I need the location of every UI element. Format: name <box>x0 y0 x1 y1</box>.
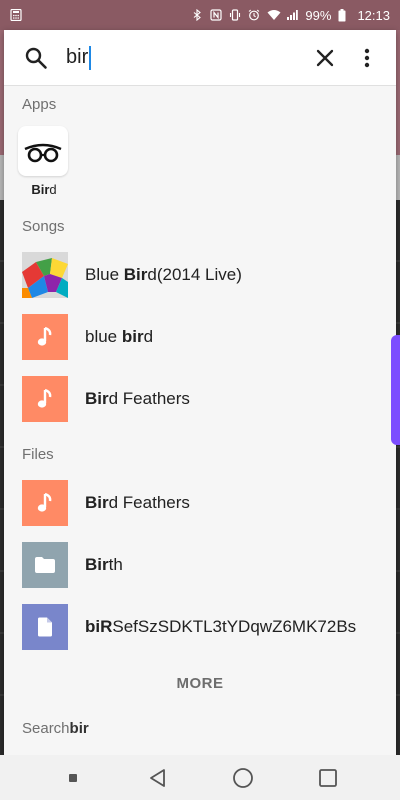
music-note-icon <box>22 480 68 526</box>
section-apps-label: Apps <box>22 95 57 113</box>
apps-list: Bird <box>4 122 396 204</box>
song-item[interactable]: Bird Feathers <box>4 368 396 430</box>
search-web-row[interactable]: Search bir <box>4 708 396 748</box>
search-panel: bir Apps Bird Songs Blue Bird(2014 Live)… <box>4 30 396 755</box>
status-bar: 99% 12:13 <box>0 0 400 30</box>
file-title: biRSefSzSDKTL3tYDqwZ6MK72Bs <box>85 617 357 636</box>
file-title: Bird Feathers <box>85 493 190 512</box>
file-item[interactable]: Birth <box>4 534 396 596</box>
close-icon[interactable] <box>308 41 342 75</box>
alarm-icon <box>248 9 260 21</box>
song-title: Blue Bird(2014 Live) <box>85 265 242 284</box>
bird-app-icon <box>18 126 68 176</box>
wifi-icon <box>267 9 281 21</box>
song-item[interactable]: blue bird <box>4 306 396 368</box>
folder-icon <box>22 542 68 588</box>
more-button[interactable]: MORE <box>4 658 396 708</box>
app-name: Bird <box>31 182 57 197</box>
album-art <box>22 252 68 298</box>
search-query-text: bir <box>66 46 89 68</box>
back-icon[interactable] <box>138 758 178 798</box>
app-bird[interactable]: Bird <box>18 126 70 197</box>
music-note-icon <box>22 314 68 360</box>
file-title: Birth <box>85 555 123 574</box>
section-songs-label: Songs <box>22 217 65 235</box>
text-caret <box>89 45 92 70</box>
document-icon <box>22 604 68 650</box>
file-item[interactable]: biRSefSzSDKTL3tYDqwZ6MK72Bs <box>4 596 396 658</box>
song-title: Bird Feathers <box>85 389 190 408</box>
file-item[interactable]: Bird Feathers <box>4 472 396 534</box>
home-icon[interactable] <box>223 758 263 798</box>
nfc-icon <box>210 9 223 21</box>
signal-icon <box>286 9 299 21</box>
battery-percent: 99% <box>305 7 332 23</box>
section-files-label: Files <box>22 445 54 463</box>
search-icon <box>22 44 50 72</box>
music-note-icon <box>22 376 68 422</box>
song-item[interactable]: Blue Bird(2014 Live) <box>4 244 396 306</box>
recents-icon[interactable] <box>308 758 348 798</box>
song-title: blue bird <box>85 327 154 346</box>
search-input[interactable]: bir <box>50 45 308 70</box>
clock: 12:13 <box>357 7 390 23</box>
navigation-bar <box>0 755 400 800</box>
calculator-icon <box>10 8 22 22</box>
battery-icon <box>338 9 350 22</box>
vibrate-icon <box>229 9 241 21</box>
bluetooth-icon <box>191 8 203 22</box>
more-vert-icon[interactable] <box>350 41 384 75</box>
notification-dot-icon[interactable] <box>53 758 93 798</box>
search-bar: bir <box>4 30 396 86</box>
edge-panel-handle[interactable] <box>391 335 400 445</box>
